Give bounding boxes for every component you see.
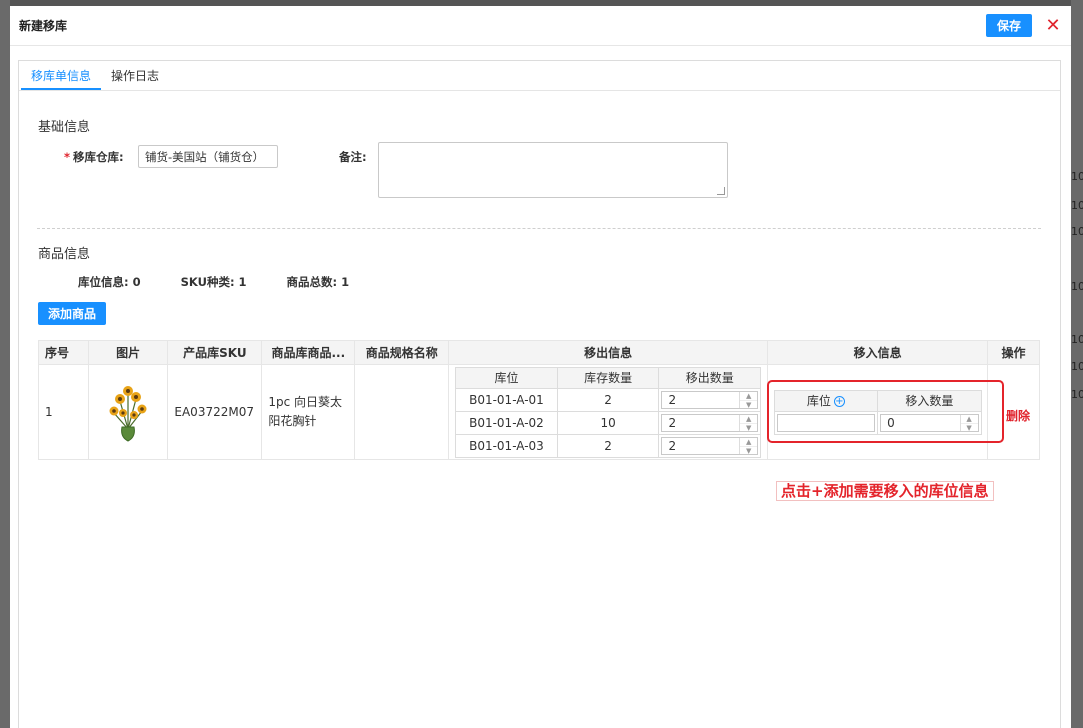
required-mark: *: [64, 150, 71, 164]
backdrop-right: 10 10 10 10 10 10 10: [1071, 0, 1083, 728]
stepper-buttons: ▲ ▼: [739, 437, 758, 455]
move-out-qty-cell: 2 ▲ ▼: [658, 410, 762, 435]
col-spec-name: 商品规格名称: [354, 340, 450, 365]
row-spec-name: [354, 364, 450, 460]
highlight-box: [767, 380, 1004, 443]
warehouse-label: * 移库仓库:: [64, 149, 124, 165]
move-out-qty-value: 2: [668, 438, 677, 453]
col-sku: 产品库SKU: [167, 340, 263, 365]
sunflower-vase-image: [109, 386, 147, 442]
modal-header: 新建移库 保存 ✕: [10, 6, 1071, 46]
section-divider: [37, 228, 1041, 229]
create-transfer-modal: 新建移库 保存 ✕ 移库单信息 操作日志 基础信息 * 移库仓库: 铺货-美国站（…: [10, 6, 1071, 728]
backdrop-number: 10: [1071, 333, 1083, 346]
stat-total-items: 商品总数: 1: [286, 275, 350, 289]
move-out-row: B01-01-A-01 2 2 ▲ ▼: [455, 387, 762, 412]
stepper-down-icon[interactable]: ▼: [740, 445, 758, 455]
tab-transfer-info[interactable]: 移库单信息: [21, 61, 102, 90]
move-out-stock: 10: [556, 410, 660, 435]
move-out-cell: 库位 库存数量 移出数量 B01-01-A-01 2 2 ▲ ▼ B01-01-…: [448, 364, 769, 460]
backdrop-left: [0, 0, 10, 728]
stepper-down-icon[interactable]: ▼: [740, 422, 758, 432]
stepper-buttons: ▲ ▼: [739, 414, 758, 432]
save-button[interactable]: 保存: [985, 14, 1032, 37]
tab-operation-log[interactable]: 操作日志: [101, 61, 169, 90]
product-info-title: 商品信息: [38, 247, 91, 262]
move-out-qty-stepper[interactable]: 2 ▲ ▼: [661, 413, 759, 432]
stepper-up-icon[interactable]: ▲: [740, 415, 757, 423]
move-out-stock: 2: [556, 387, 660, 412]
backdrop-number: 10: [1071, 170, 1083, 183]
col-product-name: 商品库商品...: [261, 340, 356, 365]
move-out-qty-value: 2: [668, 415, 677, 430]
backdrop-number: 10: [1071, 199, 1083, 212]
tab-bar: 移库单信息 操作日志: [19, 61, 1060, 91]
move-out-table: 库位 库存数量 移出数量 B01-01-A-01 2 2 ▲ ▼ B01-01-…: [455, 366, 762, 458]
col-index: 序号: [38, 340, 89, 365]
warehouse-label-text: 移库仓库:: [73, 150, 124, 164]
warehouse-value: 铺货-美国站（铺货仓）: [145, 149, 265, 164]
close-icon[interactable]: ✕: [1044, 15, 1062, 36]
col-actions: 操作: [987, 340, 1040, 365]
warehouse-select[interactable]: 铺货-美国站（铺货仓）: [138, 145, 278, 168]
product-image-cell: [87, 364, 169, 460]
backdrop-number: 10: [1071, 225, 1083, 238]
move-out-row: B01-01-A-03 2 2 ▲ ▼: [455, 433, 762, 458]
modal-title: 新建移库: [19, 19, 68, 33]
stat-sku-types: SKU种类: 1: [180, 275, 247, 289]
move-out-qty-cell: 2 ▲ ▼: [658, 433, 762, 458]
table-header-row: 序号 图片 产品库SKU 商品库商品... 商品规格名称 移出信息 移入信息 操…: [38, 340, 1040, 365]
remark-textarea[interactable]: [378, 142, 728, 198]
move-out-qty-value: 2: [668, 392, 677, 407]
move-out-location: B01-01-A-03: [455, 433, 558, 458]
move-out-location: B01-01-A-02: [455, 410, 558, 435]
backdrop-number: 10: [1071, 280, 1083, 293]
move-out-stock: 2: [556, 433, 660, 458]
move-out-qty-cell: 2 ▲ ▼: [658, 387, 762, 412]
delete-link[interactable]: 删除: [1006, 407, 1030, 424]
move-out-col-qty: 移出数量: [658, 366, 762, 389]
backdrop-number: 10: [1071, 388, 1083, 401]
col-image: 图片: [87, 340, 169, 365]
stepper-up-icon[interactable]: ▲: [740, 392, 757, 400]
col-move-in: 移入信息: [767, 340, 989, 365]
add-product-button[interactable]: 添加商品: [38, 302, 107, 325]
row-sku: EA03722M07: [167, 364, 263, 460]
stepper-up-icon[interactable]: ▲: [740, 438, 757, 446]
basic-info-title: 基础信息: [38, 120, 91, 135]
move-out-location: B01-01-A-01: [455, 387, 558, 412]
move-out-col-stock: 库存数量: [556, 366, 660, 389]
resize-grip-icon[interactable]: [717, 187, 725, 195]
row-product-name: 1pc 向日葵太阳花胸针: [261, 364, 356, 460]
stepper-buttons: ▲ ▼: [739, 391, 758, 409]
annotation-callout: 点击+添加需要移入的库位信息: [776, 481, 994, 501]
move-out-header-row: 库位 库存数量 移出数量: [455, 366, 762, 389]
col-move-out: 移出信息: [448, 340, 769, 365]
product-stats: 库位信息: 0 SKU种类: 1 商品总数: 1: [78, 274, 349, 290]
move-out-row: B01-01-A-02 10 2 ▲ ▼: [455, 410, 762, 435]
stepper-down-icon[interactable]: ▼: [740, 399, 758, 409]
row-index: 1: [38, 364, 89, 460]
move-out-qty-stepper[interactable]: 2 ▲ ▼: [661, 390, 759, 409]
move-out-col-location: 库位: [455, 366, 558, 389]
stat-location-info: 库位信息: 0: [78, 275, 141, 289]
backdrop-number: 10: [1071, 360, 1083, 373]
remark-label: 备注:: [339, 150, 367, 164]
move-out-qty-stepper[interactable]: 2 ▲ ▼: [661, 436, 759, 455]
